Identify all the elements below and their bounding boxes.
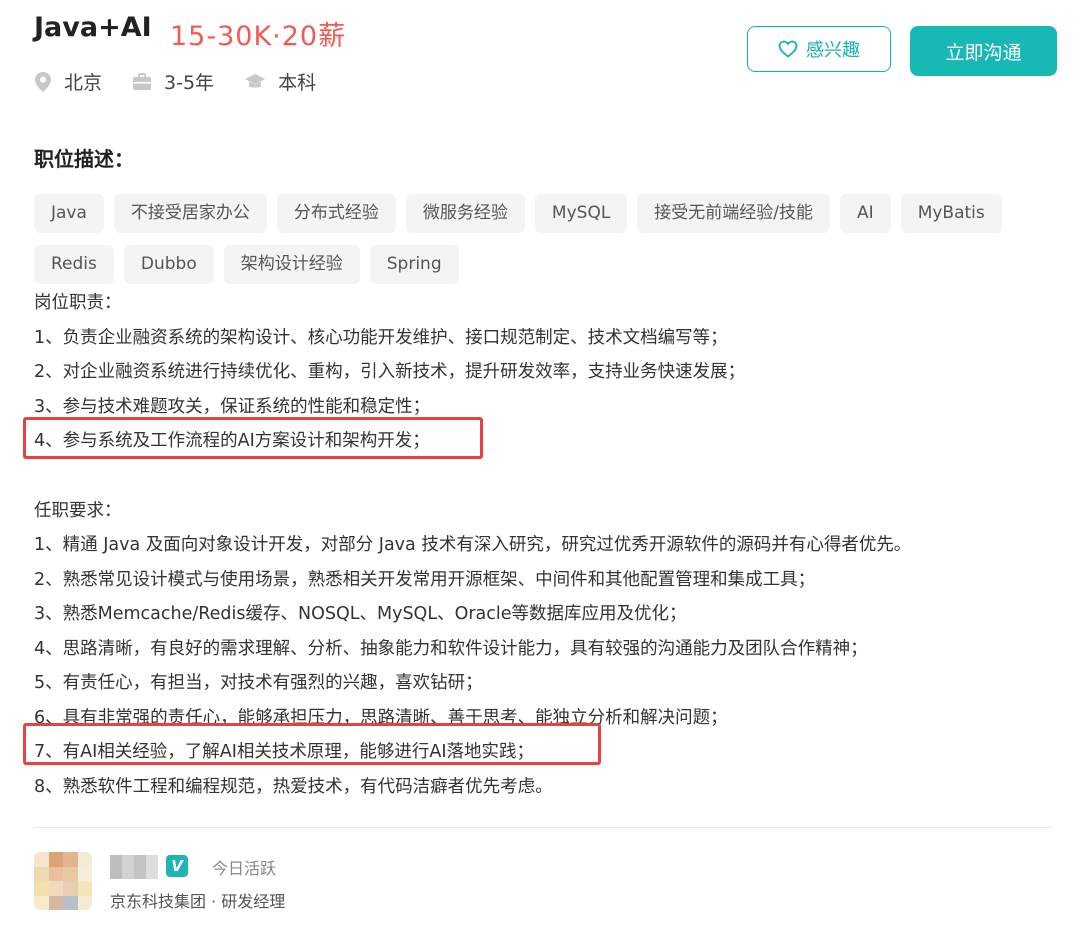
skill-tag: Java bbox=[34, 194, 104, 233]
requirement-item: 4、思路清晰，有良好的需求理解、分析、抽象能力和软件设计能力，具有较强的沟通能力… bbox=[34, 638, 868, 659]
briefcase-icon bbox=[133, 72, 152, 90]
activity-status: 今日活跃 bbox=[212, 859, 277, 878]
skill-tag: Spring bbox=[369, 245, 459, 284]
skill-tag: Redis bbox=[34, 245, 114, 284]
skill-tag: 不接受居家办公 bbox=[113, 194, 267, 233]
location-pin-icon bbox=[35, 71, 51, 92]
section-title: 职位描述： bbox=[34, 147, 134, 171]
skill-tag: 分布式经验 bbox=[276, 194, 396, 233]
requirement-item: 8、熟悉软件工程和编程规范，热爱技术，有代码洁癖者优先考虑。 bbox=[34, 776, 553, 797]
skill-tags: Java 不接受居家办公 分布式经验 微服务经验 MySQL 接受无前端经验/技… bbox=[34, 194, 1044, 296]
requirement-item: 3、熟悉Memcache/Redis缓存、NOSQL、MySQL、Oracle等… bbox=[34, 604, 687, 624]
highlight-box-requirement-7 bbox=[23, 723, 601, 765]
avatar[interactable] bbox=[34, 852, 92, 910]
interested-button[interactable]: 感兴趣 bbox=[747, 26, 891, 72]
skill-tag: 接受无前端经验/技能 bbox=[637, 194, 831, 233]
experience-label: 3-5年 bbox=[164, 72, 215, 94]
skill-tag: 微服务经验 bbox=[405, 194, 525, 233]
duty-item: 1、负责企业融资系统的架构设计、核心功能开发维护、接口规范制定、技术文档编写等； bbox=[34, 327, 728, 348]
job-title: Java+AI bbox=[34, 12, 152, 43]
skill-tag: Dubbo bbox=[123, 245, 214, 284]
chat-now-button[interactable]: 立即沟通 bbox=[910, 26, 1057, 76]
job-meta: 北京 3-5年 本科 bbox=[34, 68, 346, 95]
location-label: 北京 bbox=[64, 72, 103, 94]
skill-tag: AI bbox=[840, 194, 891, 233]
interested-label: 感兴趣 bbox=[806, 40, 860, 61]
duties-heading: 岗位职责： bbox=[34, 293, 122, 313]
requirement-item: 2、熟悉常见设计模式与使用场景，熟悉相关开发常用开源框架、中间件和其他配置管理和… bbox=[34, 569, 816, 590]
verified-badge: V bbox=[166, 855, 188, 877]
requirement-item: 5、有责任心，有担当，对技术有强烈的兴趣，喜欢钻研； bbox=[34, 673, 483, 693]
requirements-heading: 任职要求： bbox=[34, 500, 122, 521]
skill-tag: MySQL bbox=[534, 194, 628, 233]
graduation-cap-icon bbox=[245, 73, 266, 87]
requirement-item: 1、精通 Java 及面向对象设计开发，对部分 Java 技术有深入研究，研究过… bbox=[34, 535, 912, 555]
highlight-box-duty-4 bbox=[23, 417, 483, 459]
education-label: 本科 bbox=[278, 72, 317, 94]
skill-tag: 架构设计经验 bbox=[223, 245, 360, 284]
heart-icon bbox=[778, 40, 798, 58]
salary-range: 15-30K·20薪 bbox=[170, 21, 347, 52]
recruiter-company-role: 京东科技集团 · 研发经理 bbox=[110, 892, 286, 911]
divider bbox=[34, 827, 1052, 828]
skill-tag: MyBatis bbox=[900, 194, 1002, 233]
duty-item: 2、对企业融资系统进行持续优化、重构，引入新技术，提升研发效率，支持业务快速发展… bbox=[34, 362, 746, 382]
recruiter-name-blurred bbox=[110, 855, 158, 879]
